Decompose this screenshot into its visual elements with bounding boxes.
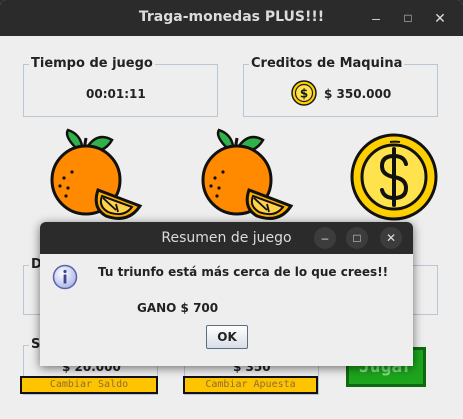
tiempo-panel: Tiempo de juego 00:01:11 bbox=[23, 56, 218, 117]
maximize-button[interactable]: □ bbox=[398, 8, 418, 28]
tiempo-legend: Tiempo de juego bbox=[29, 56, 155, 71]
dialog-minimize-button[interactable]: – bbox=[314, 227, 336, 249]
dialog-amount: GANO $ 700 bbox=[137, 301, 219, 315]
window-title: Traga-monedas PLUS!!! bbox=[138, 9, 325, 25]
svg-text:$: $ bbox=[300, 87, 308, 101]
creditos-legend: Creditos de Maquina bbox=[249, 56, 405, 71]
title-bar: Traga-monedas PLUS!!! – □ ✕ bbox=[0, 0, 463, 36]
resumen-dialog: Resumen de juego – □ ✕ Tu triunfo está m… bbox=[40, 222, 413, 366]
coin-icon: $ bbox=[291, 80, 317, 106]
ok-button[interactable]: OK bbox=[206, 325, 248, 349]
reel-3-coin-icon bbox=[350, 133, 438, 221]
info-icon bbox=[52, 264, 78, 290]
close-button[interactable]: ✕ bbox=[430, 8, 450, 28]
dialog-message: Tu triunfo está más cerca de lo que cree… bbox=[98, 265, 389, 279]
dialog-close-button[interactable]: ✕ bbox=[380, 227, 402, 249]
reel-1-orange-icon bbox=[50, 128, 143, 220]
tiempo-value: 00:01:11 bbox=[86, 87, 146, 101]
creditos-panel: Creditos de Maquina $ $ 350.000 bbox=[243, 56, 438, 117]
dialog-title-bar: Resumen de juego – □ ✕ bbox=[40, 222, 413, 254]
cambiar-apuesta-button[interactable]: Cambiar Apuesta bbox=[183, 376, 318, 394]
creditos-value: $ 350.000 bbox=[324, 87, 392, 101]
minimize-button[interactable]: – bbox=[366, 8, 386, 28]
cambiar-saldo-button[interactable]: Cambiar Saldo bbox=[20, 376, 158, 394]
dialog-maximize-button[interactable]: □ bbox=[346, 227, 368, 249]
reel-2-orange-icon bbox=[201, 128, 294, 220]
